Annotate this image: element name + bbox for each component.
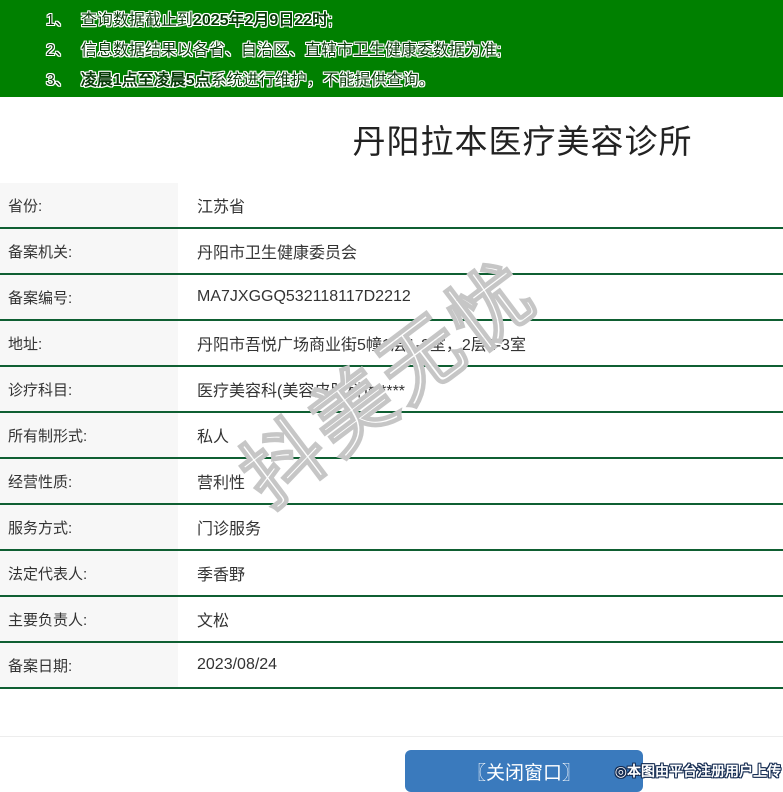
info-table: 省份: 江苏省 备案机关: 丹阳市卫生健康委员会 备案编号: MA7JXGGQ5… xyxy=(0,183,783,689)
row-label: 所有制形式: xyxy=(0,413,178,457)
notice-text-bold: 2025年2月9日22时 xyxy=(192,12,329,29)
row-value: 丹阳市吾悦广场商业街5幢1层1-2室，2层1-3室 xyxy=(197,337,526,354)
row-label: 服务方式: xyxy=(0,505,178,549)
notice-line-2: 2、 信息数据结果以各省、自治区、直辖市卫生健康委数据为准; xyxy=(46,36,783,66)
row-label: 备案机关: xyxy=(0,229,178,273)
notice-number: 3、 xyxy=(46,72,71,89)
table-row-medical-subjects: 诊疗科目: 医疗美容科(美容皮肤科)****** xyxy=(0,367,783,413)
notice-number: 2、 xyxy=(46,42,71,59)
table-row-legal-representative: 法定代表人: 季香野 xyxy=(0,551,783,597)
table-row-filing-number: 备案编号: MA7JXGGQ532118117D2212 xyxy=(0,275,783,321)
row-label: 省份: xyxy=(0,183,178,227)
row-label: 备案编号: xyxy=(0,275,178,319)
upload-credit-watermark: ◎本图由平台注册用户上传 xyxy=(614,763,781,779)
notice-text: 信息数据结果以各省、自治区、直辖市卫生健康委数据为准; xyxy=(80,42,502,59)
footer-divider xyxy=(0,736,783,737)
row-value: 2023/08/24 xyxy=(197,656,278,673)
row-value: 营利性 xyxy=(197,475,246,492)
notice-number: 1、 xyxy=(46,12,71,29)
notice-text: 系统进行维护，不能提供查询。 xyxy=(210,72,435,89)
table-row-ownership: 所有制形式: 私人 xyxy=(0,413,783,459)
row-label: 主要负责人: xyxy=(0,597,178,641)
row-value: 季香野 xyxy=(197,567,246,584)
table-row-filing-authority: 备案机关: 丹阳市卫生健康委员会 xyxy=(0,229,783,275)
row-value: 江苏省 xyxy=(197,199,246,216)
row-value: 医疗美容科(美容皮肤科)****** xyxy=(197,383,406,400)
row-value: 门诊服务 xyxy=(197,521,262,538)
table-row-address: 地址: 丹阳市吾悦广场商业街5幢1层1-2室，2层1-3室 xyxy=(0,321,783,367)
row-value: 文松 xyxy=(197,613,230,630)
row-value: 丹阳市卫生健康委员会 xyxy=(197,245,358,262)
row-value: 私人 xyxy=(197,429,230,446)
close-window-button[interactable]: 〖关闭窗口〗 xyxy=(405,750,643,792)
notice-text-bold: 凌晨1点至凌晨5点 xyxy=(80,72,211,89)
notice-banner: 1、 查询数据截止到2025年2月9日22时; 2、 信息数据结果以各省、自治区、直… xyxy=(0,0,783,97)
notice-text: ; xyxy=(328,12,333,29)
notice-line-1: 1、 查询数据截止到2025年2月9日22时; xyxy=(46,6,783,36)
row-value: MA7JXGGQ532118117D2212 xyxy=(197,288,411,305)
table-row-service-mode: 服务方式: 门诊服务 xyxy=(0,505,783,551)
row-label: 地址: xyxy=(0,321,178,365)
row-label: 诊疗科目: xyxy=(0,367,178,411)
notice-line-3: 3、 凌晨1点至凌晨5点系统进行维护，不能提供查询。 xyxy=(46,66,783,96)
row-label: 备案日期: xyxy=(0,643,178,687)
table-row-principal: 主要负责人: 文松 xyxy=(0,597,783,643)
row-label: 法定代表人: xyxy=(0,551,178,595)
row-label: 经营性质: xyxy=(0,459,178,503)
notice-text: 查询数据截止到 xyxy=(80,12,193,29)
page-title: 丹阳拉本医疗美容诊所 xyxy=(352,123,693,160)
table-row-province: 省份: 江苏省 xyxy=(0,183,783,229)
table-row-operation-nature: 经营性质: 营利性 xyxy=(0,459,783,505)
table-row-filing-date: 备案日期: 2023/08/24 xyxy=(0,643,783,689)
